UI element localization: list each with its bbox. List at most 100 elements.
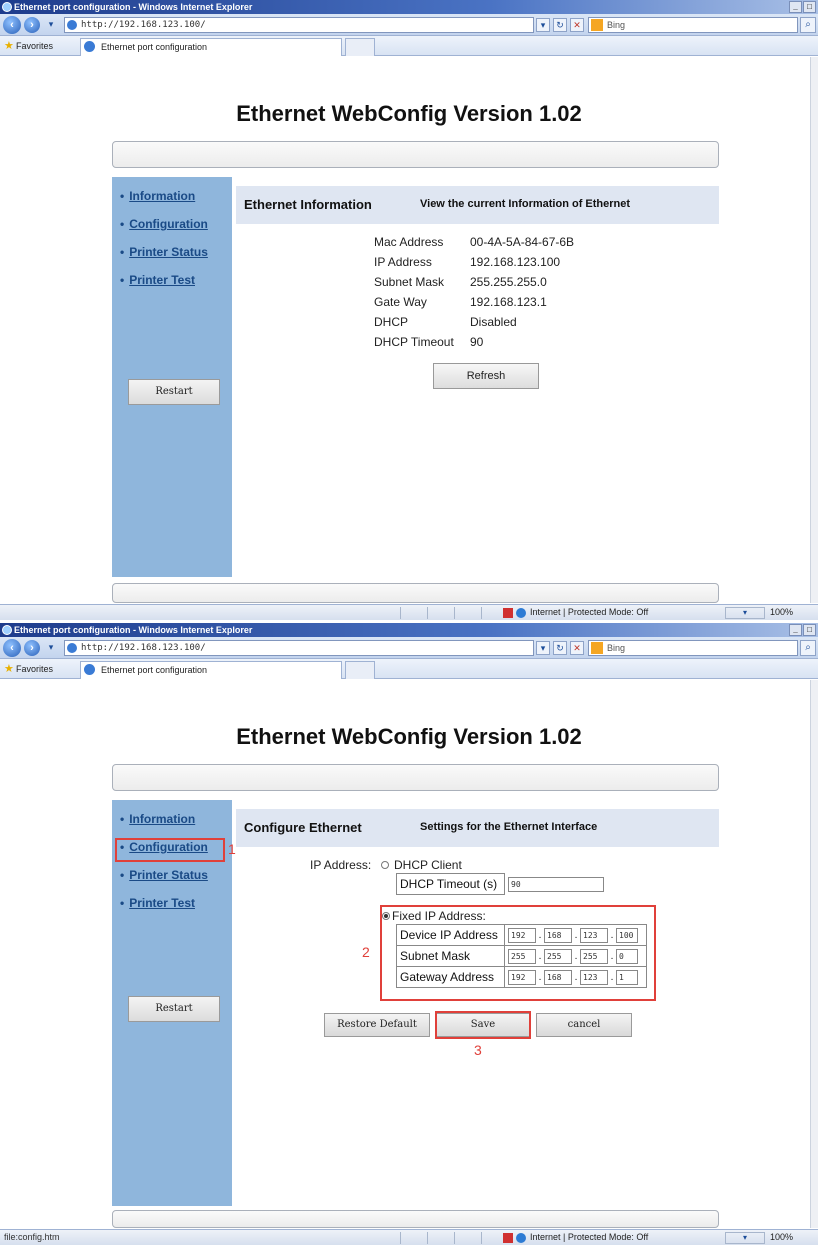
- dropdown-icon[interactable]: ▾: [44, 18, 58, 32]
- status-bar: Internet | Protected Mode: Off ▾ 100%: [0, 604, 818, 620]
- subnet-octet-4[interactable]: 0: [616, 948, 638, 964]
- nav-printer-status[interactable]: • Printer Status: [120, 245, 208, 259]
- info-row-dhcp: DHCP Disabled: [374, 315, 517, 329]
- nav-printer-status[interactable]: • Printer Status: [120, 868, 208, 882]
- favorites-star-icon[interactable]: ★: [4, 663, 14, 675]
- section-description: Settings for the Ethernet Interface: [420, 821, 598, 833]
- favorites-bar: ★ Favorites Ethernet port configuration: [0, 659, 818, 679]
- device-ip-octet-2[interactable]: 168: [544, 927, 572, 943]
- minimize-button[interactable]: _: [789, 1, 802, 13]
- section-title: Configure Ethernet: [244, 820, 362, 835]
- refresh-icon[interactable]: ↻: [553, 18, 567, 32]
- back-icon[interactable]: ‹: [3, 16, 21, 34]
- annotation-box-1: [115, 838, 225, 862]
- bottom-banner-box: [112, 1210, 719, 1228]
- back-icon[interactable]: ‹: [3, 639, 21, 657]
- url-input[interactable]: http://192.168.123.100/: [64, 17, 534, 33]
- zoom-control[interactable]: ▾: [725, 607, 765, 619]
- browser-window-information: Ethernet port configuration - Windows In…: [0, 0, 818, 621]
- title-bar: Ethernet port configuration - Windows In…: [0, 0, 818, 14]
- nav-information[interactable]: • Information: [120, 812, 195, 826]
- gateway-address-label: Gateway Address: [396, 966, 505, 988]
- section-description: View the current Information of Ethernet: [420, 198, 631, 210]
- dhcp-client-radio[interactable]: [381, 861, 389, 869]
- section-header: Ethernet Information View the current In…: [236, 186, 719, 224]
- subnet-octet-3[interactable]: 255: [580, 948, 608, 964]
- tab-page-icon: [84, 41, 95, 52]
- cancel-button[interactable]: cancel: [536, 1013, 632, 1037]
- dropdown-icon[interactable]: ▾: [44, 641, 58, 655]
- status-bar: file:config.htm Internet | Protected Mod…: [0, 1229, 818, 1245]
- internet-zone-icon: [516, 1233, 526, 1243]
- search-icon[interactable]: ⌕: [800, 640, 816, 656]
- forward-icon[interactable]: ›: [24, 640, 40, 656]
- gateway-octet-4[interactable]: 1: [616, 969, 638, 985]
- restart-button[interactable]: Restart: [128, 379, 220, 405]
- maximize-button[interactable]: □: [803, 624, 816, 636]
- annotation-number-3: 3: [474, 1042, 482, 1058]
- gateway-octet-3[interactable]: 123: [580, 969, 608, 985]
- dhcp-timeout-field[interactable]: 90: [508, 876, 604, 892]
- nav-printer-test[interactable]: • Printer Test: [120, 273, 195, 287]
- gateway-octet-2[interactable]: 168: [544, 969, 572, 985]
- nav-configuration[interactable]: • Configuration: [120, 217, 208, 231]
- annotation-number-2: 2: [362, 944, 370, 960]
- vertical-scrollbar[interactable]: [810, 680, 818, 1228]
- stop-icon[interactable]: ✕: [570, 641, 584, 655]
- nav-information[interactable]: • Information: [120, 189, 195, 203]
- dhcp-client-label: DHCP Client: [394, 858, 462, 872]
- url-input[interactable]: http://192.168.123.100/: [64, 640, 534, 656]
- subnet-octet-1[interactable]: 255: [508, 948, 536, 964]
- device-ip-octet-4[interactable]: 100: [616, 927, 638, 943]
- nav-printer-test[interactable]: • Printer Test: [120, 896, 195, 910]
- subnet-mask-label: Subnet Mask: [396, 945, 505, 967]
- window-title: Ethernet port configuration - Windows In…: [14, 625, 253, 635]
- top-banner-box: [112, 141, 719, 168]
- page-title: Ethernet WebConfig Version 1.02: [236, 101, 582, 126]
- url-dropdown-icon[interactable]: ▾: [536, 18, 550, 32]
- page-icon: [67, 643, 77, 653]
- bing-icon: [591, 642, 603, 654]
- gateway-octet-1[interactable]: 192: [508, 969, 536, 985]
- dhcp-table: DHCP Timeout (s) 90: [396, 873, 607, 895]
- annotation-box-3: [435, 1011, 531, 1039]
- forward-icon[interactable]: ›: [24, 17, 40, 33]
- device-ip-octet-1[interactable]: 192: [508, 927, 536, 943]
- search-icon[interactable]: ⌕: [800, 17, 816, 33]
- refresh-button[interactable]: Refresh: [433, 363, 539, 389]
- status-link-text: file:config.htm: [4, 1232, 60, 1242]
- page-content: Ethernet WebConfig Version 1.02 • Informa…: [8, 680, 810, 1228]
- restart-button[interactable]: Restart: [128, 996, 220, 1022]
- tab-ethernet-config[interactable]: Ethernet port configuration: [80, 661, 342, 679]
- new-tab-button[interactable]: [345, 661, 375, 679]
- tab-ethernet-config[interactable]: Ethernet port configuration: [80, 38, 342, 56]
- vertical-scrollbar[interactable]: [810, 57, 818, 603]
- info-row-subnet: Subnet Mask 255.255.255.0: [374, 275, 547, 289]
- device-ip-octet-3[interactable]: 123: [580, 927, 608, 943]
- maximize-button[interactable]: □: [803, 1, 816, 13]
- device-ip-label: Device IP Address: [396, 924, 505, 946]
- address-bar: ‹ › ▾ http://192.168.123.100/ ▾ ↻ ✕ Bing…: [0, 14, 818, 36]
- address-bar: ‹ › ▾ http://192.168.123.100/ ▾ ↻ ✕ Bing…: [0, 637, 818, 659]
- favorites-star-icon[interactable]: ★: [4, 40, 14, 52]
- search-input[interactable]: Bing: [588, 17, 798, 33]
- restore-default-button[interactable]: Restore Default: [324, 1013, 430, 1037]
- info-row-dhcp-timeout: DHCP Timeout 90: [374, 335, 484, 349]
- info-row-gateway: Gate Way 192.168.123.1: [374, 295, 547, 309]
- ie-icon: [2, 2, 12, 12]
- favorites-bar: ★ Favorites Ethernet port configuration: [0, 36, 818, 56]
- favorites-label[interactable]: Favorites: [16, 664, 53, 674]
- url-dropdown-icon[interactable]: ▾: [536, 641, 550, 655]
- zoom-level[interactable]: 100%: [770, 1230, 793, 1245]
- new-tab-button[interactable]: [345, 38, 375, 56]
- stop-icon[interactable]: ✕: [570, 18, 584, 32]
- refresh-icon[interactable]: ↻: [553, 641, 567, 655]
- favorites-label[interactable]: Favorites: [16, 41, 53, 51]
- zoom-level[interactable]: 100%: [770, 605, 793, 620]
- zoom-control[interactable]: ▾: [725, 1232, 765, 1244]
- fixed-ip-radio[interactable]: [382, 912, 390, 920]
- minimize-button[interactable]: _: [789, 624, 802, 636]
- subnet-octet-2[interactable]: 255: [544, 948, 572, 964]
- window-title: Ethernet port configuration - Windows In…: [14, 2, 253, 12]
- search-input[interactable]: Bing: [588, 640, 798, 656]
